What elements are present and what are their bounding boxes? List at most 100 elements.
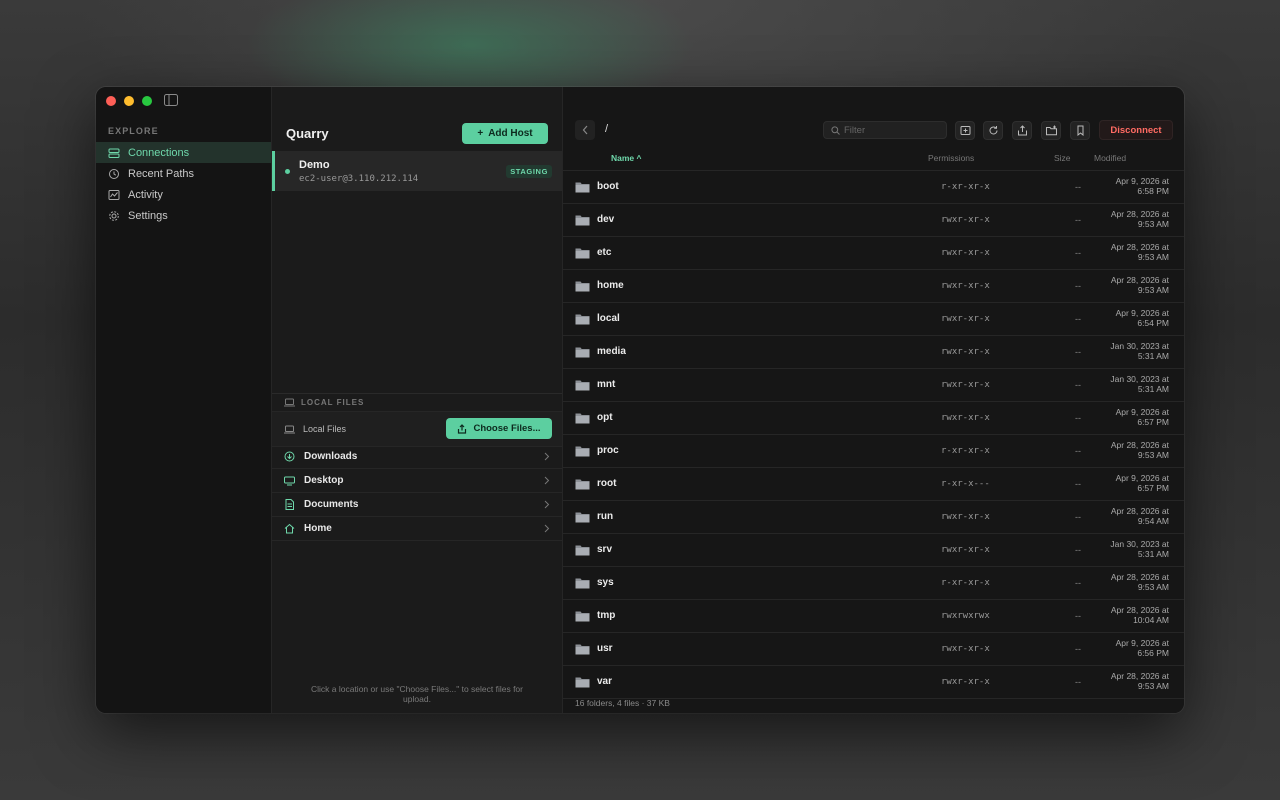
file-size: -- [1075, 215, 1081, 225]
upload-hint: Click a location or use "Choose Files...… [310, 684, 523, 704]
new-file-icon [960, 126, 970, 135]
file-name: home [597, 280, 624, 291]
file-permissions: rwxr-xr-x [941, 215, 990, 225]
sidebar: EXPLORE Connections Recent Paths Activit… [96, 87, 272, 713]
table-row[interactable]: root r-xr-x--- -- Apr 9, 2026 at 6:57 PM [563, 468, 1184, 501]
file-modified: Apr 9, 2026 at 6:58 PM [1089, 176, 1169, 196]
modified-time: 9:53 AM [1137, 582, 1169, 592]
file-modified: Apr 9, 2026 at 6:56 PM [1089, 638, 1169, 658]
app-window: EXPLORE Connections Recent Paths Activit… [96, 87, 1184, 713]
status-dot [285, 169, 290, 174]
add-host-button[interactable]: + Add Host [462, 123, 548, 144]
filter-input[interactable] [844, 123, 940, 137]
modified-time: 9:54 AM [1137, 516, 1169, 526]
file-modified: Apr 28, 2026 at 9:53 AM [1089, 572, 1169, 592]
location-label: Desktop [304, 475, 344, 486]
document-icon [285, 499, 294, 510]
disconnect-button[interactable]: Disconnect [1099, 120, 1173, 140]
bookmark-icon [1077, 125, 1083, 136]
location-item-home[interactable]: Home [272, 517, 562, 541]
new-file-button[interactable] [955, 121, 975, 140]
file-name: tmp [597, 610, 616, 621]
back-button[interactable] [575, 120, 595, 140]
folder-icon [575, 644, 590, 655]
refresh-button[interactable] [983, 121, 1003, 140]
modified-time: 9:53 AM [1137, 450, 1169, 460]
sidebar-item-recent-paths[interactable]: Recent Paths [96, 163, 271, 184]
column-header-name[interactable]: Name ^ [611, 153, 641, 163]
new-folder-icon [1045, 125, 1057, 136]
folder-icon [575, 314, 590, 325]
local-locations-list: Downloads Desktop Documents Home [272, 445, 562, 541]
table-row[interactable]: dev rwxr-xr-x -- Apr 28, 2026 at 9:53 AM [563, 204, 1184, 237]
file-list: boot r-xr-xr-x -- Apr 9, 2026 at 6:58 PM dev r… [563, 171, 1184, 699]
column-header-modified[interactable]: Modified [1094, 153, 1126, 163]
file-size: -- [1075, 611, 1081, 621]
modified-date: Jan 30, 2023 at [1110, 539, 1169, 549]
folder-icon [575, 215, 590, 226]
table-row[interactable]: proc r-xr-xr-x -- Apr 28, 2026 at 9:53 AM [563, 435, 1184, 468]
table-row[interactable]: home rwxr-xr-x -- Apr 28, 2026 at 9:53 AM [563, 270, 1184, 303]
modified-time: 9:53 AM [1137, 219, 1169, 229]
location-item-documents[interactable]: Documents [272, 493, 562, 517]
choose-files-button[interactable]: Choose Files... [446, 418, 552, 439]
connections-icon [108, 148, 120, 158]
chevron-right-icon [544, 500, 550, 509]
column-header-size[interactable]: Size [1054, 153, 1071, 163]
modified-time: 9:53 AM [1137, 681, 1169, 691]
modified-date: Apr 9, 2026 at [1115, 308, 1169, 318]
location-label: Downloads [304, 451, 358, 462]
table-row[interactable]: local rwxr-xr-x -- Apr 9, 2026 at 6:54 PM [563, 303, 1184, 336]
modified-date: Apr 28, 2026 at [1110, 572, 1169, 582]
file-permissions: rwxr-xr-x [941, 512, 990, 522]
file-name: boot [597, 181, 619, 192]
hosts-panel: Quarry + Add Host Demo ec2-user@3.110.21… [272, 87, 563, 713]
sidebar-item-label: Connections [128, 146, 190, 159]
file-size: -- [1075, 281, 1081, 291]
modified-time: 6:54 PM [1137, 318, 1169, 328]
sidebar-item-activity[interactable]: Activity [96, 184, 271, 205]
table-row[interactable]: boot r-xr-xr-x -- Apr 9, 2026 at 6:58 PM [563, 171, 1184, 204]
table-row[interactable]: mnt rwxr-xr-x -- Jan 30, 2023 at 5:31 AM [563, 369, 1184, 402]
local-files-bar: Local Files Choose Files... [272, 411, 562, 447]
table-row[interactable]: opt rwxr-xr-x -- Apr 9, 2026 at 6:57 PM [563, 402, 1184, 435]
table-row[interactable]: tmp rwxrwxrwx -- Apr 28, 2026 at 10:04 AM [563, 600, 1184, 633]
minimize-window-button[interactable] [124, 96, 134, 106]
modified-date: Apr 28, 2026 at [1110, 242, 1169, 252]
table-row[interactable]: usr rwxr-xr-x -- Apr 9, 2026 at 6:56 PM [563, 633, 1184, 666]
table-row[interactable]: media rwxr-xr-x -- Jan 30, 2023 at 5:31 AM [563, 336, 1184, 369]
host-row-demo[interactable]: Demo ec2-user@3.110.212.114 STAGING [272, 151, 562, 191]
table-row[interactable]: sys r-xr-xr-x -- Apr 28, 2026 at 9:53 AM [563, 567, 1184, 600]
table-row[interactable]: srv rwxr-xr-x -- Jan 30, 2023 at 5:31 AM [563, 534, 1184, 567]
modified-date: Apr 28, 2026 at [1110, 440, 1169, 450]
upload-button[interactable] [1012, 121, 1032, 140]
column-header-permissions[interactable]: Permissions [928, 153, 974, 163]
location-item-desktop[interactable]: Desktop [272, 469, 562, 493]
modified-time: 6:56 PM [1137, 648, 1169, 658]
file-size: -- [1075, 314, 1081, 324]
sidebar-item-settings[interactable]: Settings [96, 205, 271, 226]
file-name: srv [597, 544, 613, 555]
file-modified: Apr 28, 2026 at 9:53 AM [1089, 242, 1169, 262]
status-summary: 16 folders, 4 files · 37 KB [575, 698, 670, 708]
window-controls [106, 96, 152, 106]
sidebar-item-connections[interactable]: Connections [96, 142, 271, 163]
file-modified: Jan 30, 2023 at 5:31 AM [1089, 374, 1169, 394]
chevron-right-icon [544, 452, 550, 461]
file-modified: Apr 9, 2026 at 6:57 PM [1089, 473, 1169, 493]
host-address: ec2-user@3.110.212.114 [299, 174, 419, 184]
folder-icon [575, 512, 590, 523]
table-row[interactable]: var rwxr-xr-x -- Apr 28, 2026 at 9:53 AM [563, 666, 1184, 699]
folder-icon [575, 380, 590, 391]
section-label: LOCAL FILES [301, 398, 365, 407]
table-row[interactable]: etc rwxr-xr-x -- Apr 28, 2026 at 9:53 AM [563, 237, 1184, 270]
file-name: root [597, 478, 617, 489]
zoom-window-button[interactable] [142, 96, 152, 106]
close-window-button[interactable] [106, 96, 116, 106]
table-row[interactable]: run rwxr-xr-x -- Apr 28, 2026 at 9:54 AM [563, 501, 1184, 534]
sidebar-toggle-icon[interactable] [164, 94, 178, 106]
new-folder-button[interactable] [1041, 121, 1061, 140]
location-item-downloads[interactable]: Downloads [272, 445, 562, 469]
bookmark-button[interactable] [1070, 121, 1090, 140]
modified-date: Apr 28, 2026 at [1110, 209, 1169, 219]
